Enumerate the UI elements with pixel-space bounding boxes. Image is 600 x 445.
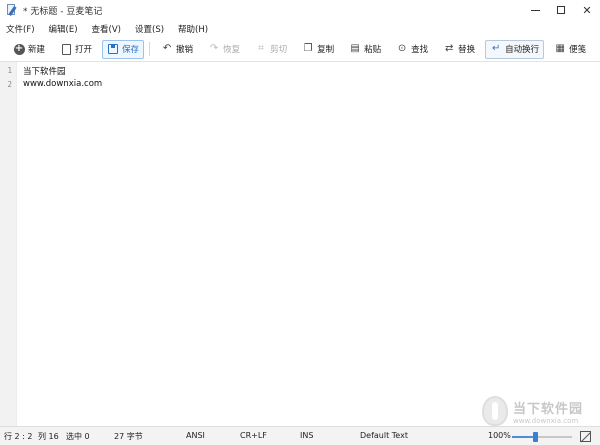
cut-button[interactable]: ⌗ 剪切 [250, 40, 292, 59]
undo-button[interactable]: ↶ 撤销 [156, 40, 198, 59]
search-icon: ⊙ [397, 43, 407, 54]
watermark-url: www.downxia.com [513, 416, 579, 425]
maximize-button[interactable] [548, 0, 574, 20]
watermark-name: 当下软件园 [513, 401, 584, 417]
open-button-label: 打开 [75, 45, 93, 55]
copy-button-label: 复制 [317, 45, 335, 55]
status-line-ending[interactable]: CR+LF [240, 431, 267, 440]
undo-button-label: 撤销 [176, 45, 194, 55]
scissors-icon: ⌗ [258, 43, 264, 54]
menu-file[interactable]: 文件(F) [6, 23, 35, 35]
menu-bar: 文件(F) 编辑(E) 查看(V) 设置(S) 帮助(H) [0, 20, 600, 37]
title-bar: * 无标题 - 豆麦笔记 ✕ [0, 0, 600, 20]
line-number: 1 [7, 66, 12, 75]
word-wrap-button-label: 自动换行 [505, 45, 540, 55]
status-insert-mode[interactable]: INS [300, 431, 313, 440]
paste-button[interactable]: ▤ 粘贴 [344, 40, 386, 59]
sticky-note-button[interactable]: ▦ 便笺 [549, 40, 591, 59]
replace-button[interactable]: ⇄ 替换 [438, 40, 480, 59]
close-button[interactable]: ✕ [574, 0, 600, 20]
status-selected: 选中 0 [66, 432, 90, 441]
sticky-note-button-label: 便笺 [569, 45, 587, 55]
find-button[interactable]: ⊙ 查找 [391, 40, 433, 59]
plus-circle-icon: + [13, 43, 25, 55]
notepad-app-icon [6, 4, 18, 16]
watermark: 当下软件园 www.downxia.com [482, 395, 597, 427]
word-wrap-button[interactable]: ↵ 自动换行 [485, 39, 545, 59]
line-number-gutter: 1 2 [0, 62, 17, 426]
status-text-style[interactable]: Default Text [360, 431, 408, 440]
word-wrap-icon: ↵ [491, 43, 501, 54]
zoom-slider-fill [512, 436, 535, 438]
new-button[interactable]: + 新建 [8, 40, 50, 59]
close-icon: ✕ [582, 3, 592, 17]
undo-icon: ↶ [162, 43, 172, 54]
editor-line[interactable]: www.downxia.com [23, 79, 102, 89]
editor-line[interactable]: 当下软件园 [23, 65, 66, 77]
find-button-label: 查找 [411, 45, 429, 55]
copy-button[interactable]: ❐ 复制 [297, 40, 339, 59]
replace-icon: ⇄ [444, 43, 454, 54]
redo-icon: ↷ [209, 43, 219, 54]
zoom-slider-thumb[interactable] [532, 432, 538, 442]
menu-help[interactable]: 帮助(H) [178, 23, 208, 35]
redo-button-label: 恢复 [223, 45, 241, 55]
sticky-note-icon: ▦ [555, 43, 565, 54]
window-controls: ✕ [522, 0, 600, 20]
status-zoom-level: 100% [488, 431, 511, 440]
redo-button[interactable]: ↷ 恢复 [203, 40, 245, 59]
new-button-label: 新建 [28, 45, 46, 55]
save-button[interactable]: 保存 [102, 39, 145, 59]
status-column: 列 16 [38, 432, 59, 441]
save-icon [108, 44, 119, 54]
window-title: * 无标题 - 豆麦笔记 [23, 6, 103, 17]
copy-icon: ❐ [303, 43, 313, 54]
toolbar-divider [149, 42, 151, 56]
menu-settings[interactable]: 设置(S) [135, 23, 164, 35]
toolbar: + 新建 打开 保存 ↶ 撤销 ↷ 恢复 ⌗ 剪切 ❐ 复制 ▤ 粘贴 ⊙ 查找… [0, 37, 600, 62]
document-icon [61, 43, 71, 55]
status-encoding[interactable]: ANSI [186, 431, 205, 440]
paste-button-label: 粘贴 [364, 45, 382, 55]
save-button-label: 保存 [122, 45, 140, 55]
maximize-icon [557, 6, 565, 14]
cut-button-label: 剪切 [270, 45, 288, 55]
watermark-logo-icon [482, 396, 508, 426]
clipboard-icon: ▤ [350, 43, 360, 54]
status-char-count: 27 字节 [114, 432, 143, 441]
fullscreen-icon[interactable] [580, 431, 591, 442]
line-number: 2 [7, 80, 12, 89]
status-bar: 行 2 : 2 列 16 选中 0 27 字节 ANSI CR+LF INS D… [0, 426, 600, 445]
status-position: 行 2 : 2 [4, 432, 33, 441]
text-editor[interactable]: 1 2 当下软件园 www.downxia.com [0, 62, 600, 426]
open-button[interactable]: 打开 [55, 40, 97, 59]
minimize-button[interactable] [522, 0, 548, 20]
menu-edit[interactable]: 编辑(E) [49, 23, 78, 35]
menu-view[interactable]: 查看(V) [92, 23, 121, 35]
replace-button-label: 替换 [458, 45, 476, 55]
zoom-slider[interactable] [512, 436, 572, 438]
minimize-icon [530, 9, 540, 11]
